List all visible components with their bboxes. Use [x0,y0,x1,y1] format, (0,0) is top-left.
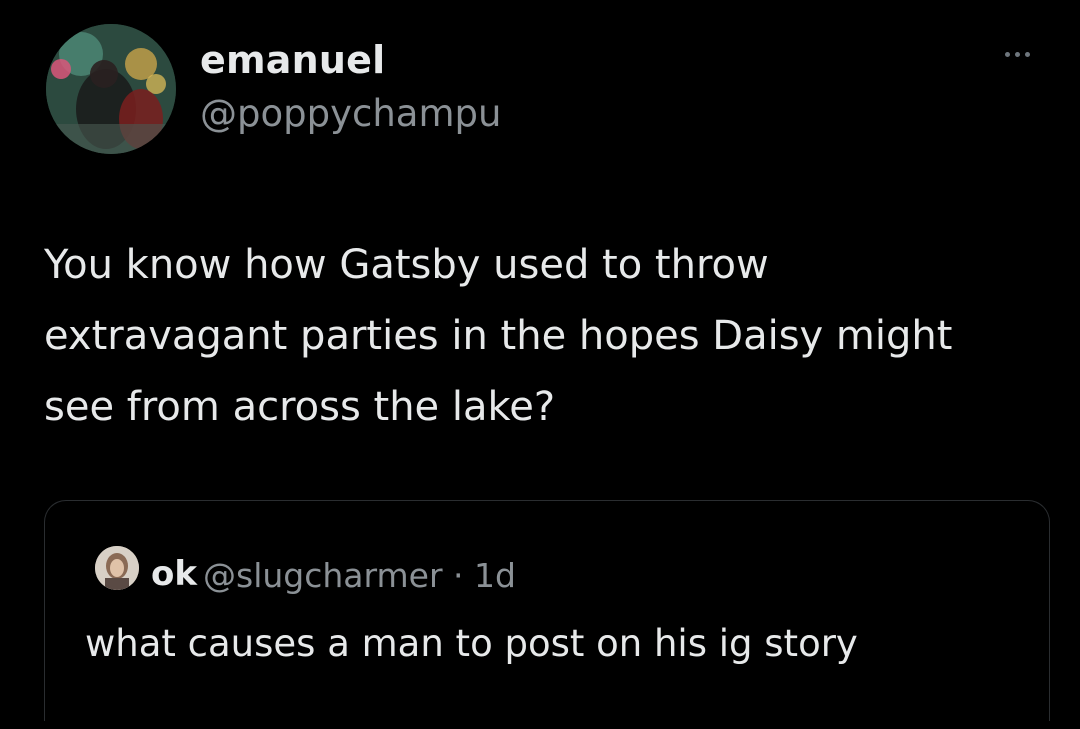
quoted-display-name[interactable]: ok [151,554,197,594]
author-avatar[interactable] [46,24,176,154]
tweet-text: You know how Gatsby used to throw extrav… [44,242,953,430]
profile-photo-icon [46,24,176,154]
author-handle[interactable]: @poppychampu [200,92,501,135]
more-dot [1025,52,1030,57]
quoted-author-avatar[interactable] [95,546,139,590]
author-display-name[interactable]: emanuel [200,38,385,82]
quoted-tweet-text: what causes a man to post on his ig stor… [85,622,858,665]
profile-photo-icon [95,546,139,590]
more-dot [1005,52,1010,57]
quoted-tweet[interactable]: ok @slugcharmer · 1d what causes a man t… [44,500,1050,721]
more-options-icon[interactable] [1005,52,1030,57]
quoted-handle-and-time[interactable]: @slugcharmer · 1d [203,556,516,595]
tweet-card: emanuel @poppychampu You know how Gatsby… [0,0,1080,729]
more-dot [1015,52,1020,57]
